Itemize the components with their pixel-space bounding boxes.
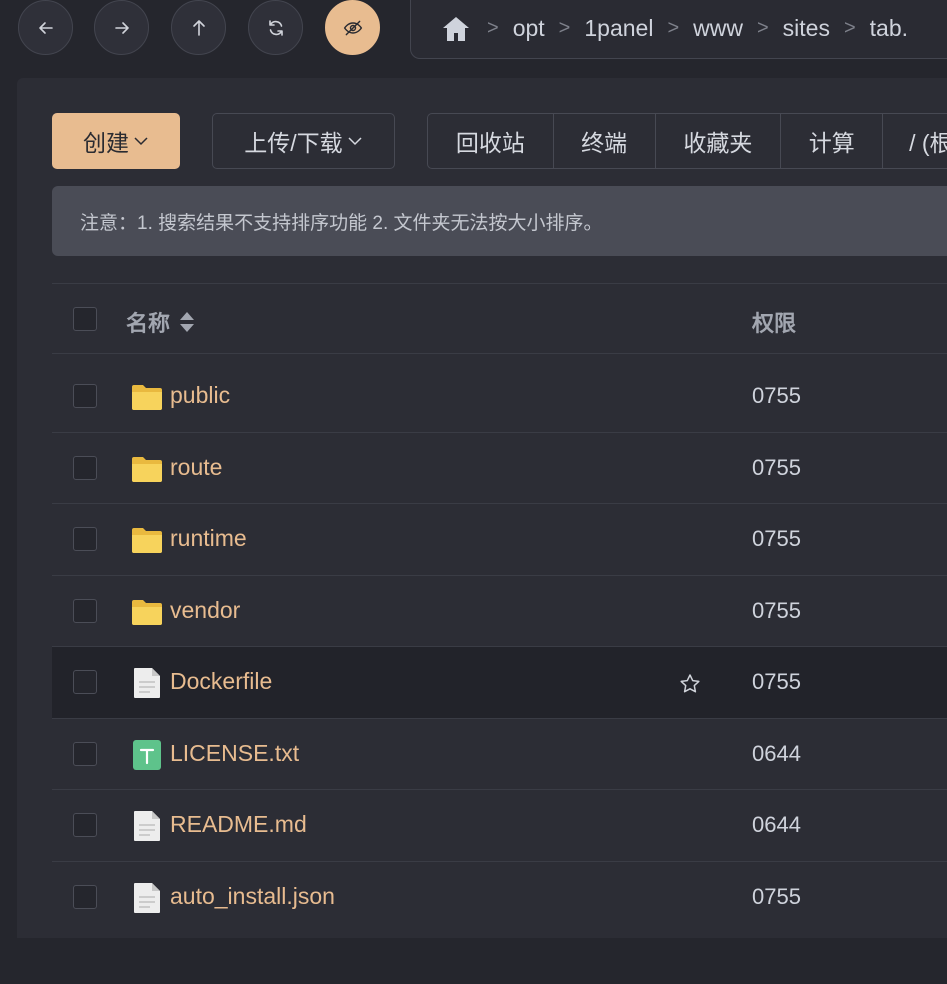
refresh-button[interactable]	[248, 0, 303, 55]
table-row[interactable]: runtime 0755	[52, 504, 947, 576]
file-manager-panel: 创建 上传/下载 回收站 终端 收藏夹 计算 / (根 注意：1. 搜索结果不支…	[17, 78, 947, 938]
table-header: 名称 权限	[52, 284, 947, 354]
home-icon[interactable]	[441, 15, 471, 43]
row-checkbox[interactable]	[73, 384, 97, 408]
row-checkbox[interactable]	[73, 884, 97, 909]
favorites-button[interactable]: 收藏夹	[656, 114, 782, 168]
recycle-bin-button[interactable]: 回收站	[428, 114, 554, 168]
action-button-group: 回收站 终端 收藏夹 计算 / (根	[427, 113, 947, 169]
file-table: 名称 权限 public 0755 route 0755 runtime 075…	[52, 283, 947, 984]
table-row[interactable]: route 0755	[52, 433, 947, 504]
file-name-link[interactable]: runtime	[170, 525, 247, 552]
permission-value[interactable]: 0755	[752, 526, 801, 552]
file-name-link[interactable]: LICENSE.txt	[170, 740, 299, 767]
file-icon	[134, 811, 160, 841]
table-row[interactable]: public 0755	[52, 361, 947, 433]
permission-value[interactable]: 0755	[752, 884, 801, 910]
breadcrumb-separator: >	[667, 17, 680, 39]
up-arrow-icon	[192, 19, 205, 36]
row-checkbox[interactable]	[73, 741, 97, 766]
file-name-link[interactable]: auto_install.json	[170, 883, 335, 910]
row-checkbox[interactable]	[73, 813, 97, 837]
folder-icon	[132, 599, 162, 625]
file-name-link[interactable]: Dockerfile	[170, 668, 272, 695]
create-button-label: 创建	[83, 130, 129, 156]
select-all-checkbox[interactable]	[73, 307, 97, 331]
terminal-button[interactable]: 终端	[554, 114, 656, 168]
table-row[interactable]: auto_install.json 0755	[52, 862, 947, 934]
eye-off-icon	[343, 20, 362, 35]
table-row[interactable]: Dockerfile 0755	[52, 647, 947, 719]
file-name-link[interactable]: README.md	[170, 811, 307, 838]
forward-arrow-icon	[114, 21, 129, 34]
refresh-icon	[268, 19, 283, 36]
create-button[interactable]: 创建	[52, 113, 180, 169]
row-checkbox[interactable]	[73, 527, 97, 551]
breadcrumb-item-www[interactable]: www	[693, 15, 743, 42]
upload-download-button[interactable]: 上传/下载	[212, 113, 395, 169]
text-file-icon	[133, 739, 161, 770]
folder-icon	[132, 385, 162, 410]
permission-column-header: 权限	[752, 311, 797, 336]
back-arrow-icon	[38, 21, 53, 34]
back-button[interactable]	[18, 0, 73, 55]
search-notice: 注意：1. 搜索结果不支持排序功能 2. 文件夹无法按大小排序。	[52, 186, 947, 256]
forward-button[interactable]	[94, 0, 149, 55]
breadcrumb-item-tab[interactable]: tab.	[870, 15, 908, 42]
chevron-down-icon	[134, 137, 148, 146]
permission-value[interactable]: 0755	[752, 455, 801, 481]
sort-icon[interactable]	[178, 309, 196, 335]
name-header-label: 名称	[126, 311, 171, 336]
star-icon[interactable]	[678, 672, 702, 696]
file-icon	[134, 668, 160, 698]
toggle-hidden-files-button[interactable]	[325, 0, 380, 55]
calculate-button[interactable]: 计算	[781, 114, 884, 168]
notice-text: 注意：1. 搜索结果不支持排序功能 2. 文件夹无法按大小排序。	[80, 212, 603, 234]
breadcrumb-item-1panel[interactable]: 1panel	[584, 15, 653, 42]
breadcrumb-separator: >	[487, 17, 499, 39]
root-path-button[interactable]: / (根	[883, 114, 947, 168]
permission-value[interactable]: 0755	[752, 598, 801, 624]
up-button[interactable]	[171, 0, 226, 55]
row-checkbox[interactable]	[73, 670, 97, 694]
breadcrumb-item-sites[interactable]: sites	[783, 15, 830, 42]
row-checkbox[interactable]	[73, 455, 97, 480]
folder-icon	[132, 528, 162, 553]
table-row[interactable]: vendor 0755	[52, 576, 947, 647]
permission-value[interactable]: 0644	[752, 741, 801, 767]
breadcrumb-item-opt[interactable]: opt	[513, 15, 545, 42]
chevron-down-icon	[348, 137, 362, 146]
name-column-header[interactable]: 名称	[126, 306, 196, 338]
permission-value[interactable]: 0755	[752, 669, 801, 695]
permission-value[interactable]: 0755	[752, 383, 801, 409]
breadcrumb-separator: >	[558, 17, 571, 39]
file-icon	[134, 882, 160, 913]
upload-download-label: 上传/下载	[244, 130, 343, 156]
table-row[interactable]: README.md 0644	[52, 790, 947, 862]
file-name-link[interactable]: vendor	[170, 597, 240, 624]
file-name-link[interactable]: public	[170, 382, 230, 409]
row-checkbox[interactable]	[73, 598, 97, 623]
folder-icon	[132, 456, 162, 482]
breadcrumb-separator: >	[756, 17, 769, 39]
file-name-link[interactable]: route	[170, 454, 222, 481]
table-row[interactable]: LICENSE.txt 0644	[52, 719, 947, 790]
breadcrumb-separator: >	[843, 17, 856, 39]
permission-value[interactable]: 0644	[752, 812, 801, 838]
breadcrumb: > opt > 1panel > www > sites > tab.	[410, 0, 947, 59]
